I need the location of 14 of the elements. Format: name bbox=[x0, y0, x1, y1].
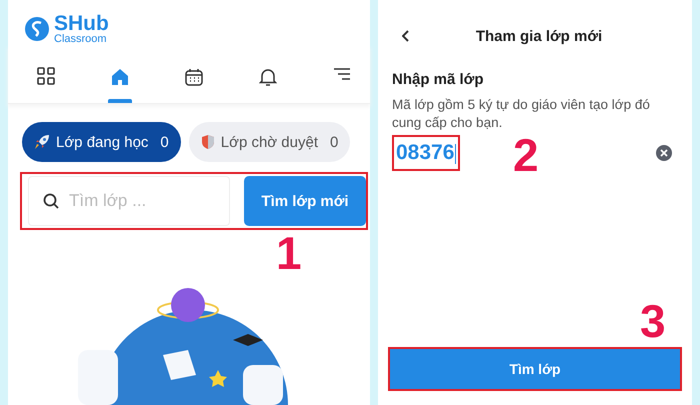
new-class-button[interactable]: Tìm lớp mới bbox=[244, 176, 366, 226]
section-heading: Nhập mã lớp bbox=[392, 71, 485, 88]
search-field[interactable]: Tìm lớp ... bbox=[28, 176, 230, 226]
class-tab[interactable]: Lớp đang học 0 bbox=[22, 122, 181, 162]
screen-title: Tham gia lớp mới bbox=[474, 28, 604, 45]
description-text: Mã lớp gồm 5 ký tự do giáo viên tạo lớp đó cung cấp cho bạn. bbox=[392, 96, 651, 132]
app-subtitle: Classroom bbox=[54, 34, 108, 45]
step-number: 3 bbox=[640, 298, 666, 344]
find-class-button[interactable]: Tìm lớp bbox=[388, 347, 682, 391]
step-number: 2 bbox=[513, 132, 539, 178]
step-number: 1 bbox=[276, 230, 302, 276]
app-name: SHub bbox=[54, 13, 109, 34]
class-code-field[interactable]: 08376 bbox=[392, 135, 460, 172]
class-tab[interactable]: Lớp chờ duyệt 0 bbox=[188, 122, 350, 162]
